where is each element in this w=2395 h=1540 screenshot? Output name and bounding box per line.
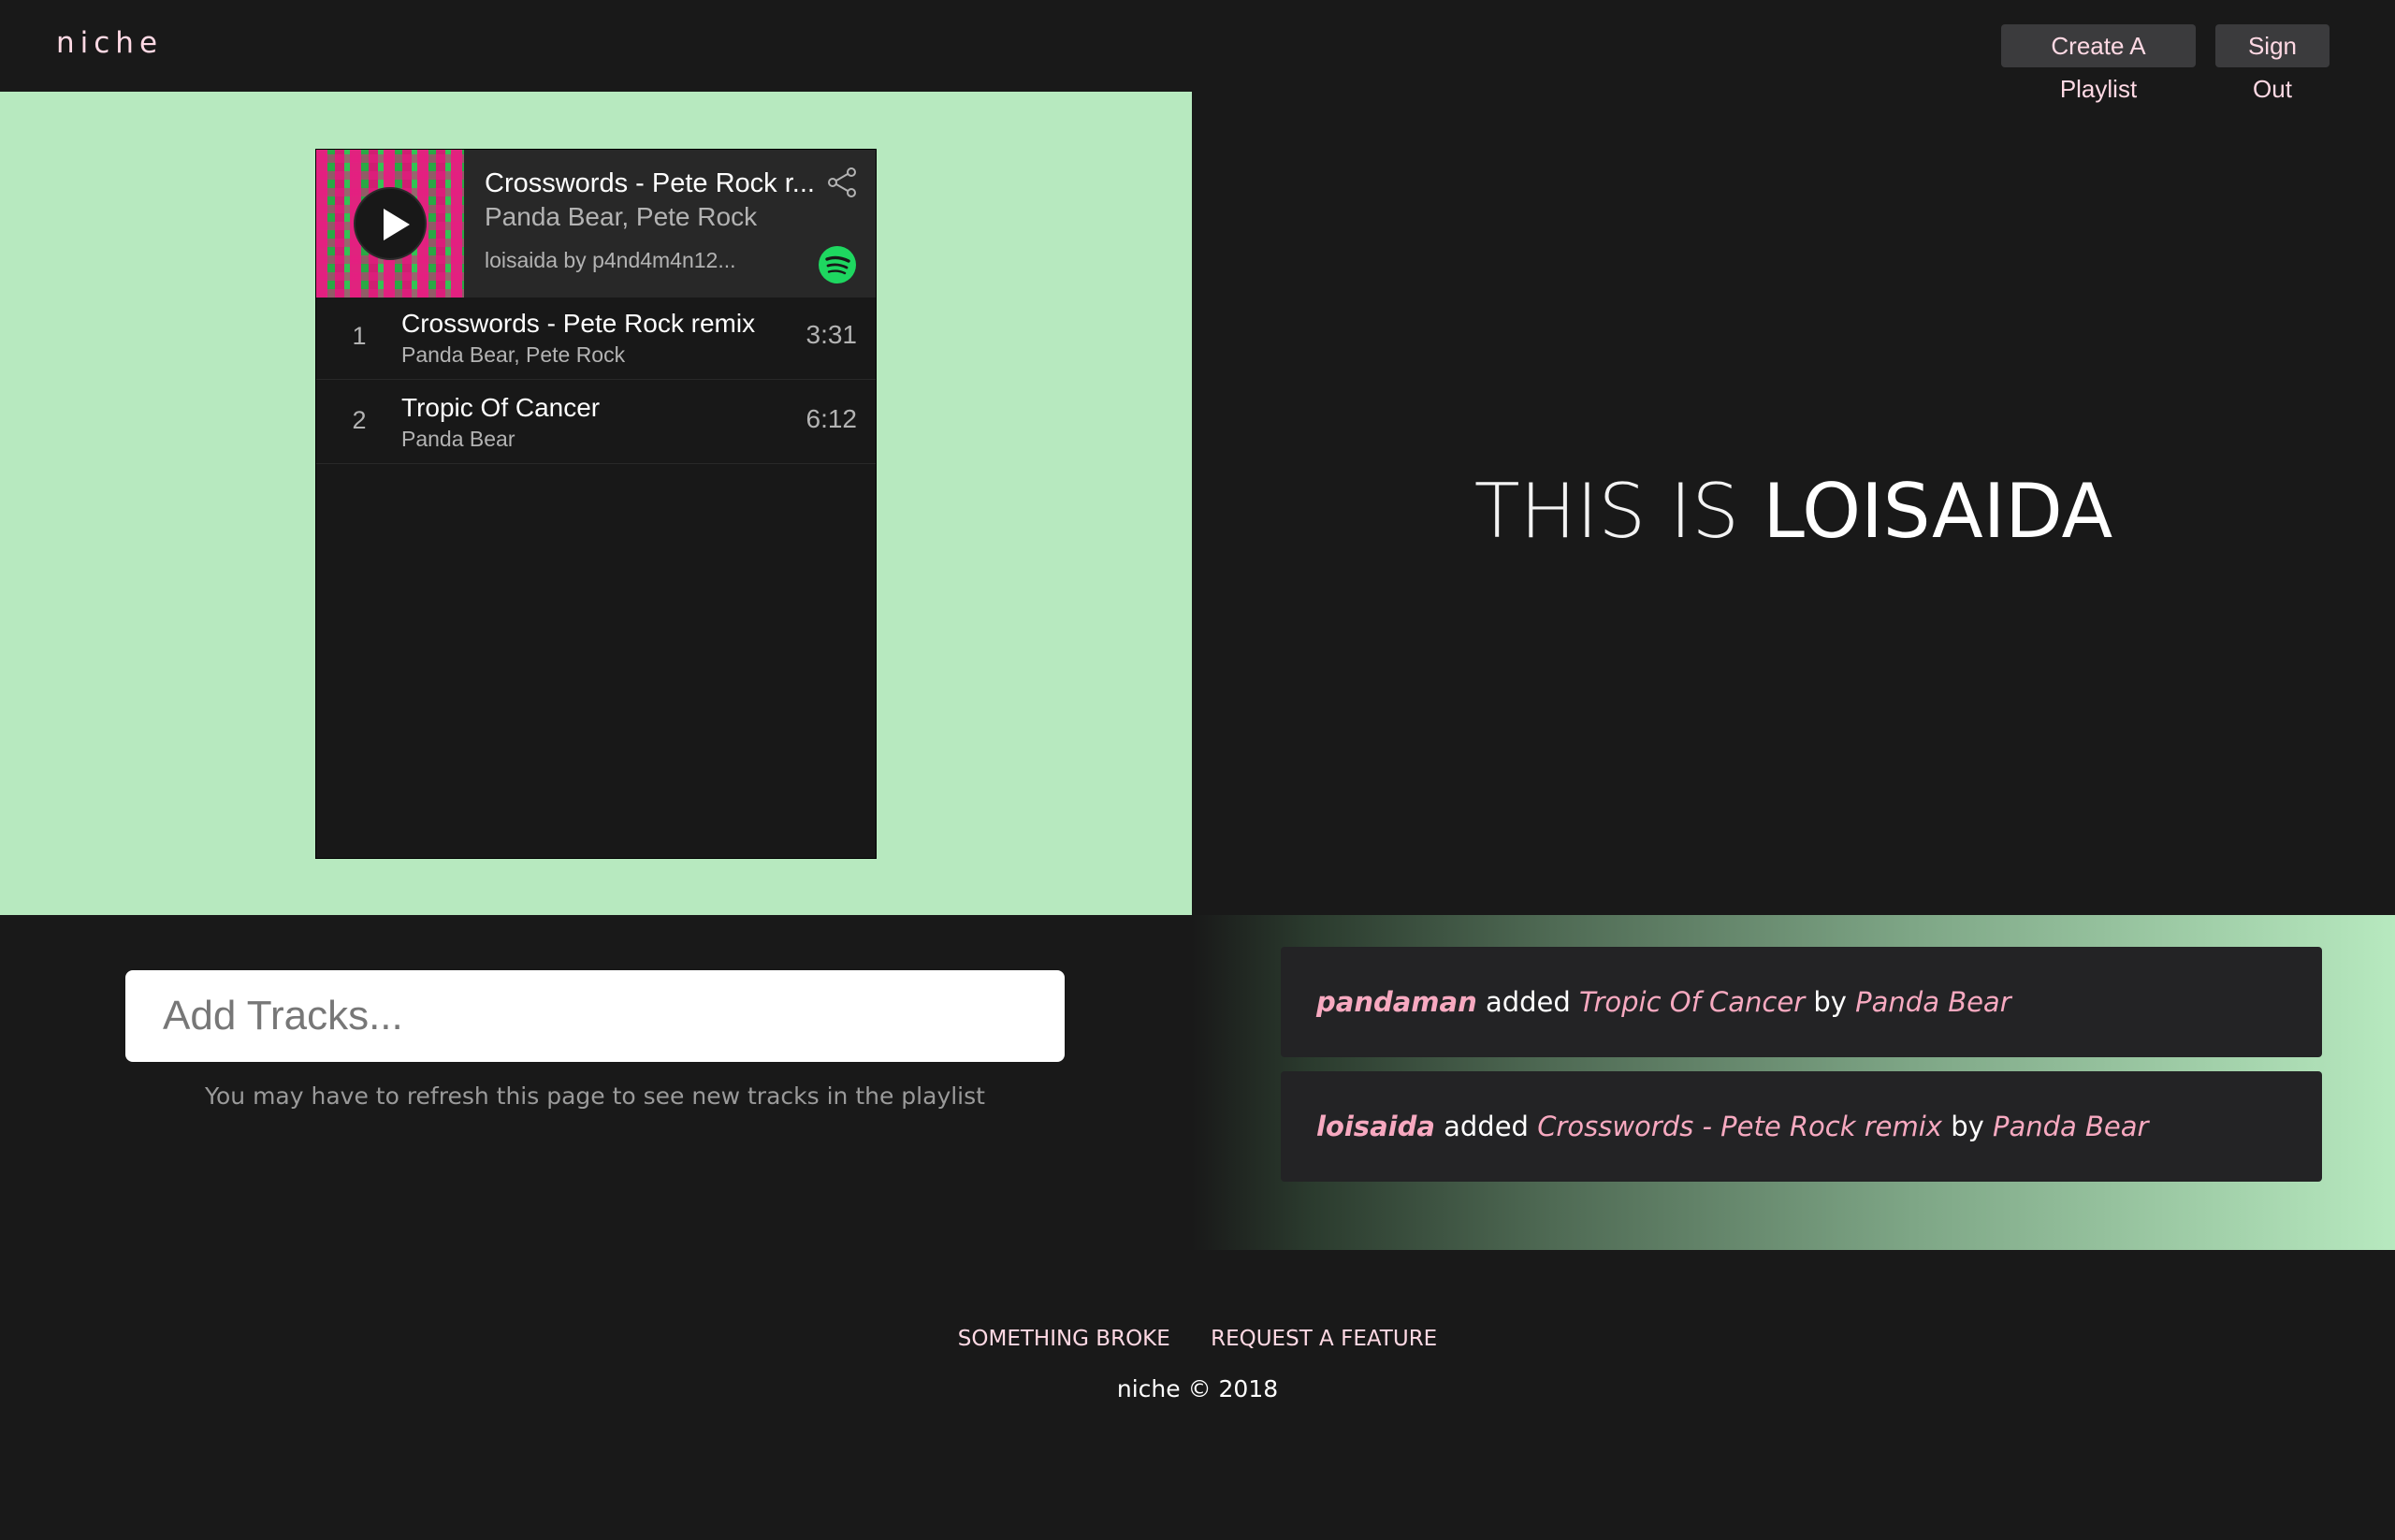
activity-song[interactable]: Tropic Of Cancer bbox=[1579, 986, 1805, 1018]
activity-user[interactable]: pandaman bbox=[1316, 986, 1477, 1018]
now-playing-header: Crosswords - Pete Rock r... Panda Bear, … bbox=[316, 150, 876, 298]
activity-verb: added bbox=[1485, 986, 1571, 1018]
activity-song[interactable]: Crosswords - Pete Rock remix bbox=[1537, 1111, 1942, 1142]
request-feature-link[interactable]: REQUEST A FEATURE bbox=[1211, 1327, 1437, 1351]
playlist-title-name: LOISAIDA bbox=[1763, 468, 2113, 555]
album-cover bbox=[316, 150, 464, 298]
add-tracks-input[interactable] bbox=[125, 970, 1065, 1062]
activity-item: pandaman added Tropic Of Cancer by Panda… bbox=[1281, 947, 2322, 1057]
playlist-title-prefix: THIS IS bbox=[1473, 468, 1739, 555]
track-duration: 6:12 bbox=[806, 404, 858, 433]
track-number: 1 bbox=[352, 322, 367, 350]
activity-verb: added bbox=[1444, 1111, 1529, 1142]
spotify-logo-icon[interactable] bbox=[818, 245, 857, 284]
activity-artist[interactable]: Panda Bear bbox=[1993, 1111, 2148, 1142]
now-playing-title[interactable]: Crosswords - Pete Rock r... bbox=[485, 168, 821, 199]
share-icon[interactable] bbox=[827, 167, 859, 198]
footer-links: SOMETHING BROKE REQUEST A FEATURE bbox=[0, 1327, 2395, 1351]
spotify-embed: Crosswords - Pete Rock r... Panda Bear, … bbox=[315, 149, 877, 859]
play-icon[interactable] bbox=[354, 187, 427, 260]
player-panel: Crosswords - Pete Rock r... Panda Bear, … bbox=[0, 92, 1192, 915]
now-playing-playlist[interactable]: loisaida by p4nd4m4n12... bbox=[485, 248, 736, 273]
playlist-title: THIS IS LOISAIDA bbox=[1192, 468, 2395, 555]
track-row[interactable]: 1 Crosswords - Pete Rock remix Panda Bea… bbox=[316, 298, 876, 380]
now-playing-artist[interactable]: Panda Bear, Pete Rock bbox=[485, 202, 757, 232]
track-row[interactable]: 2 Tropic Of Cancer Panda Bear 6:12 bbox=[316, 382, 876, 464]
track-duration: 3:31 bbox=[806, 320, 858, 349]
activity-by: by bbox=[1951, 1111, 1984, 1142]
track-number: 2 bbox=[352, 406, 367, 434]
app-logo[interactable]: niche bbox=[56, 26, 163, 60]
track-artist: Panda Bear bbox=[401, 427, 515, 451]
track-title: Tropic Of Cancer bbox=[401, 393, 601, 422]
create-playlist-button[interactable]: Create A Playlist bbox=[2001, 24, 2196, 103]
activity-by: by bbox=[1813, 986, 1847, 1018]
copyright: niche © 2018 bbox=[1116, 1375, 1279, 1402]
something-broke-link[interactable]: SOMETHING BROKE bbox=[958, 1327, 1170, 1351]
refresh-note: You may have to refresh this page to see… bbox=[205, 1082, 985, 1110]
track-artist: Panda Bear, Pete Rock bbox=[401, 342, 626, 367]
activity-item: loisaida added Crosswords - Pete Rock re… bbox=[1281, 1071, 2322, 1182]
activity-user[interactable]: loisaida bbox=[1316, 1111, 1435, 1142]
top-bar: niche Create A Playlist Sign Out bbox=[0, 0, 2395, 103]
sign-out-button[interactable]: Sign Out bbox=[2215, 24, 2330, 103]
activity-artist[interactable]: Panda Bear bbox=[1855, 986, 2010, 1018]
track-title: Crosswords - Pete Rock remix bbox=[401, 309, 756, 338]
activity-feed: pandaman added Tropic Of Cancer by Panda… bbox=[1192, 915, 2395, 1250]
